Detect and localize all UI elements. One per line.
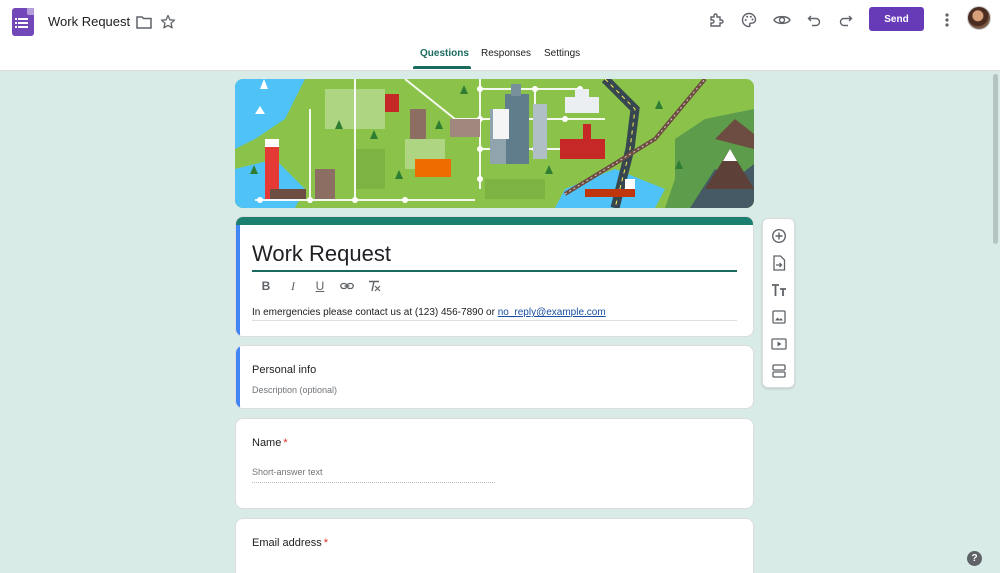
- bold-button[interactable]: B: [258, 277, 274, 295]
- question-label: Name *: [252, 437, 288, 449]
- customize-theme-icon[interactable]: [739, 10, 759, 30]
- question-title: Email address: [252, 537, 322, 549]
- section-description[interactable]: Description (optional): [252, 385, 337, 395]
- underline-button[interactable]: U: [312, 277, 328, 295]
- star-icon[interactable]: [160, 14, 176, 30]
- form-title-card: Work Request B I U In emergencies please…: [235, 216, 754, 337]
- description-text: In emergencies please contact us at (123…: [252, 307, 498, 318]
- document-title[interactable]: Work Request: [48, 14, 130, 29]
- more-vert-icon[interactable]: [940, 10, 954, 30]
- import-questions-icon[interactable]: [771, 255, 787, 271]
- question-card-email[interactable]: Email address *: [235, 518, 754, 573]
- tab-responses[interactable]: Responses: [481, 48, 531, 70]
- active-card-indicator: [236, 225, 240, 336]
- section-accent-bar: [236, 346, 240, 408]
- send-button[interactable]: Send: [869, 7, 924, 31]
- add-video-icon[interactable]: [771, 336, 787, 352]
- folder-icon[interactable]: [136, 15, 152, 29]
- forms-app-icon[interactable]: [12, 8, 34, 36]
- section-card[interactable]: Personal info Description (optional): [235, 345, 754, 409]
- form-tabs: Questions Responses Settings: [0, 48, 1000, 70]
- insert-link-icon[interactable]: [339, 277, 355, 295]
- description-underline: [252, 320, 737, 321]
- add-ons-icon[interactable]: [706, 10, 726, 30]
- tab-settings[interactable]: Settings: [544, 48, 580, 70]
- redo-icon[interactable]: [836, 10, 856, 30]
- side-toolbar: [762, 218, 795, 388]
- add-section-icon[interactable]: [771, 363, 787, 379]
- clear-formatting-icon[interactable]: [366, 277, 382, 295]
- title-underline: [252, 270, 737, 272]
- add-question-icon[interactable]: [771, 228, 787, 244]
- email-link[interactable]: no_reply@example.com: [498, 307, 606, 318]
- question-title: Name: [252, 437, 282, 449]
- header-banner-image: [235, 79, 754, 208]
- question-label: Email address *: [252, 537, 328, 549]
- italic-button[interactable]: I: [285, 277, 301, 295]
- help-icon[interactable]: ?: [967, 551, 982, 566]
- undo-icon[interactable]: [804, 10, 824, 30]
- top-bar: Work Request Send Questions Responses Se…: [0, 0, 1000, 71]
- avatar[interactable]: [967, 6, 991, 30]
- short-answer-placeholder: Short-answer text: [252, 467, 323, 477]
- preview-eye-icon[interactable]: [772, 10, 792, 30]
- theme-color-bar: [236, 217, 753, 225]
- required-asterisk: *: [283, 437, 288, 449]
- scrollbar-thumb[interactable]: [993, 74, 998, 244]
- active-tab-indicator: [413, 66, 471, 69]
- answer-underline: [252, 482, 495, 483]
- form-description[interactable]: In emergencies please contact us at (123…: [252, 307, 606, 318]
- form-title[interactable]: Work Request: [252, 241, 391, 267]
- section-title[interactable]: Personal info: [252, 364, 316, 376]
- required-asterisk: *: [323, 537, 328, 549]
- add-title-icon[interactable]: [771, 282, 787, 298]
- question-card-name[interactable]: Name * Short-answer text: [235, 418, 754, 509]
- add-image-icon[interactable]: [771, 309, 787, 325]
